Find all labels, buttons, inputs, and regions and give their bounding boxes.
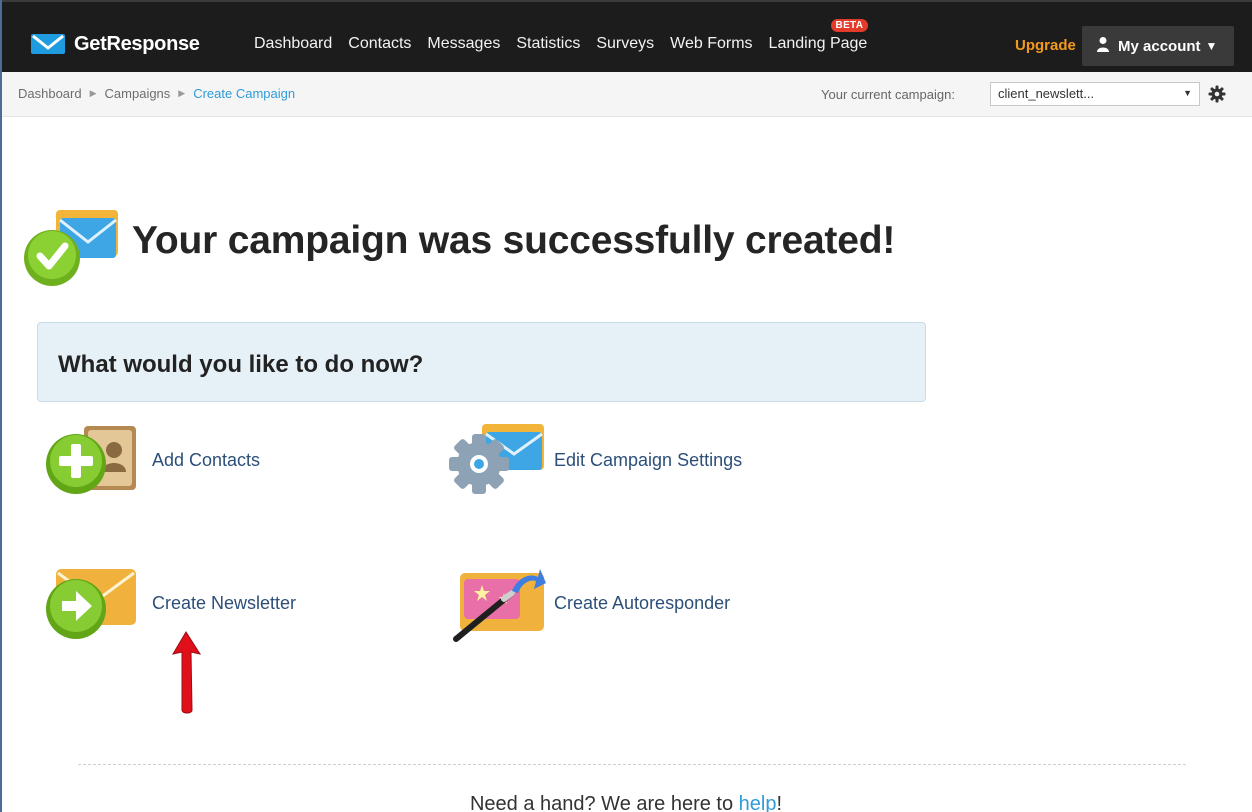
- nav-landing-page[interactable]: Landing Page BETA: [768, 19, 869, 53]
- success-headline: Your campaign was successfully created!: [22, 208, 895, 288]
- breadcrumb-create-campaign[interactable]: Create Campaign: [193, 86, 295, 101]
- logo[interactable]: GetResponse: [30, 30, 200, 58]
- breadcrumb-separator-icon: ▶: [178, 88, 186, 98]
- help-link[interactable]: help: [739, 793, 777, 812]
- create-autoresponder-action[interactable]: Create Autoresponder: [446, 563, 730, 643]
- main-nav: Dashboard Contacts Messages Statistics S…: [254, 19, 883, 53]
- next-steps-question: What would you like to do now?: [58, 351, 424, 378]
- add-contacts-action[interactable]: Add Contacts: [44, 420, 260, 500]
- newsletter-icon: [44, 563, 144, 643]
- top-navigation: GetResponse Dashboard Contacts Messages …: [0, 0, 1252, 72]
- my-account-label: My account: [1118, 37, 1201, 55]
- help-suffix: !: [776, 793, 783, 812]
- current-campaign-label: Your current campaign:: [821, 87, 955, 102]
- next-steps-panel: What would you like to do now?: [37, 322, 926, 402]
- annotation-arrow-icon: [171, 631, 202, 714]
- current-campaign-value: client_newslett...: [998, 86, 1095, 101]
- nav-dashboard[interactable]: Dashboard: [254, 35, 332, 53]
- add-contacts-link: Add Contacts: [152, 449, 261, 470]
- envelope-logo-icon: [30, 32, 66, 56]
- settings-gear-icon: [446, 420, 546, 500]
- nav-statistics[interactable]: Statistics: [516, 35, 580, 53]
- create-autoresponder-link: Create Autoresponder: [554, 592, 731, 613]
- help-message: Need a hand? We are here to help!: [0, 793, 1252, 812]
- nav-surveys[interactable]: Surveys: [596, 35, 654, 53]
- gear-icon[interactable]: [1207, 84, 1227, 104]
- user-icon: [1096, 36, 1110, 57]
- divider: [78, 764, 1186, 765]
- nav-web-forms[interactable]: Web Forms: [670, 35, 752, 53]
- nav-messages[interactable]: Messages: [427, 35, 500, 53]
- chevron-down-icon: ▼: [1205, 39, 1218, 53]
- edit-campaign-settings-link: Edit Campaign Settings: [554, 449, 743, 470]
- create-newsletter-link: Create Newsletter: [152, 592, 297, 613]
- success-check-icon: [22, 208, 120, 288]
- edit-campaign-settings-action[interactable]: Edit Campaign Settings: [446, 420, 742, 500]
- current-campaign-select[interactable]: client_newslett... ▼: [990, 82, 1200, 106]
- upgrade-link[interactable]: Upgrade: [1015, 37, 1076, 54]
- logo-text: GetResponse: [74, 32, 200, 55]
- breadcrumb-campaigns[interactable]: Campaigns: [105, 86, 171, 101]
- breadcrumb-bar: Dashboard ▶ Campaigns ▶ Create Campaign …: [0, 72, 1252, 117]
- breadcrumb-separator-icon: ▶: [89, 88, 97, 98]
- window-edge: [0, 0, 2, 812]
- breadcrumb-dashboard[interactable]: Dashboard: [18, 86, 82, 101]
- page-title: Your campaign was successfully created!: [132, 219, 896, 262]
- nav-contacts[interactable]: Contacts: [348, 35, 411, 53]
- help-prefix: Need a hand? We are here to: [469, 793, 739, 812]
- breadcrumb: Dashboard ▶ Campaigns ▶ Create Campaign: [18, 86, 295, 101]
- dropdown-arrow-icon: ▼: [1183, 88, 1192, 98]
- beta-badge: BETA: [830, 19, 869, 32]
- autoresponder-wand-icon: [446, 563, 546, 643]
- my-account-button[interactable]: My account ▼: [1082, 26, 1234, 66]
- nav-landing-page-label: Landing Page: [768, 35, 868, 52]
- add-contacts-icon: [44, 420, 144, 500]
